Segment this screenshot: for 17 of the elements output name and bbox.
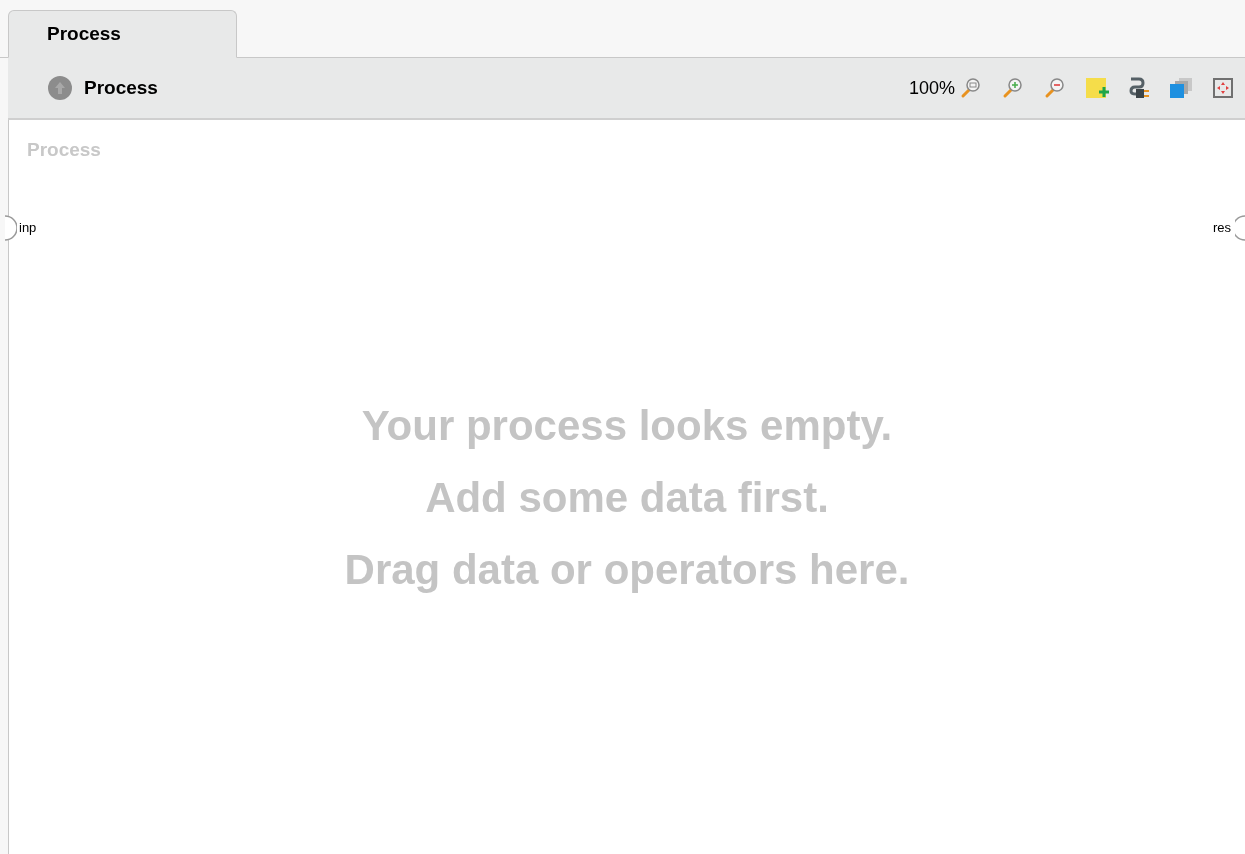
input-port-icon[interactable]: [5, 214, 17, 241]
port-label: inp: [19, 218, 37, 237]
zoom-out-icon[interactable]: [1043, 76, 1067, 100]
tab[interactable]: Process: [8, 10, 237, 58]
zoom-level: 100%: [908, 76, 955, 100]
breadcrumb[interactable]: Process: [84, 73, 158, 103]
port-label: res: [1212, 218, 1231, 237]
zoom-in-icon[interactable]: [1001, 76, 1025, 100]
empty-message: Drag data or operators here.: [344, 544, 910, 595]
empty-message: Your process looks empty.: [361, 400, 893, 451]
output-port-icon[interactable]: [1235, 214, 1245, 241]
zoom-reset-icon[interactable]: [959, 76, 983, 100]
layers-icon[interactable]: [1169, 76, 1193, 100]
fit-frame-icon[interactable]: [1211, 76, 1235, 100]
empty-message: Add some data first.: [425, 472, 829, 523]
add-note-icon[interactable]: [1085, 76, 1109, 100]
plug-icon[interactable]: [1127, 76, 1151, 100]
